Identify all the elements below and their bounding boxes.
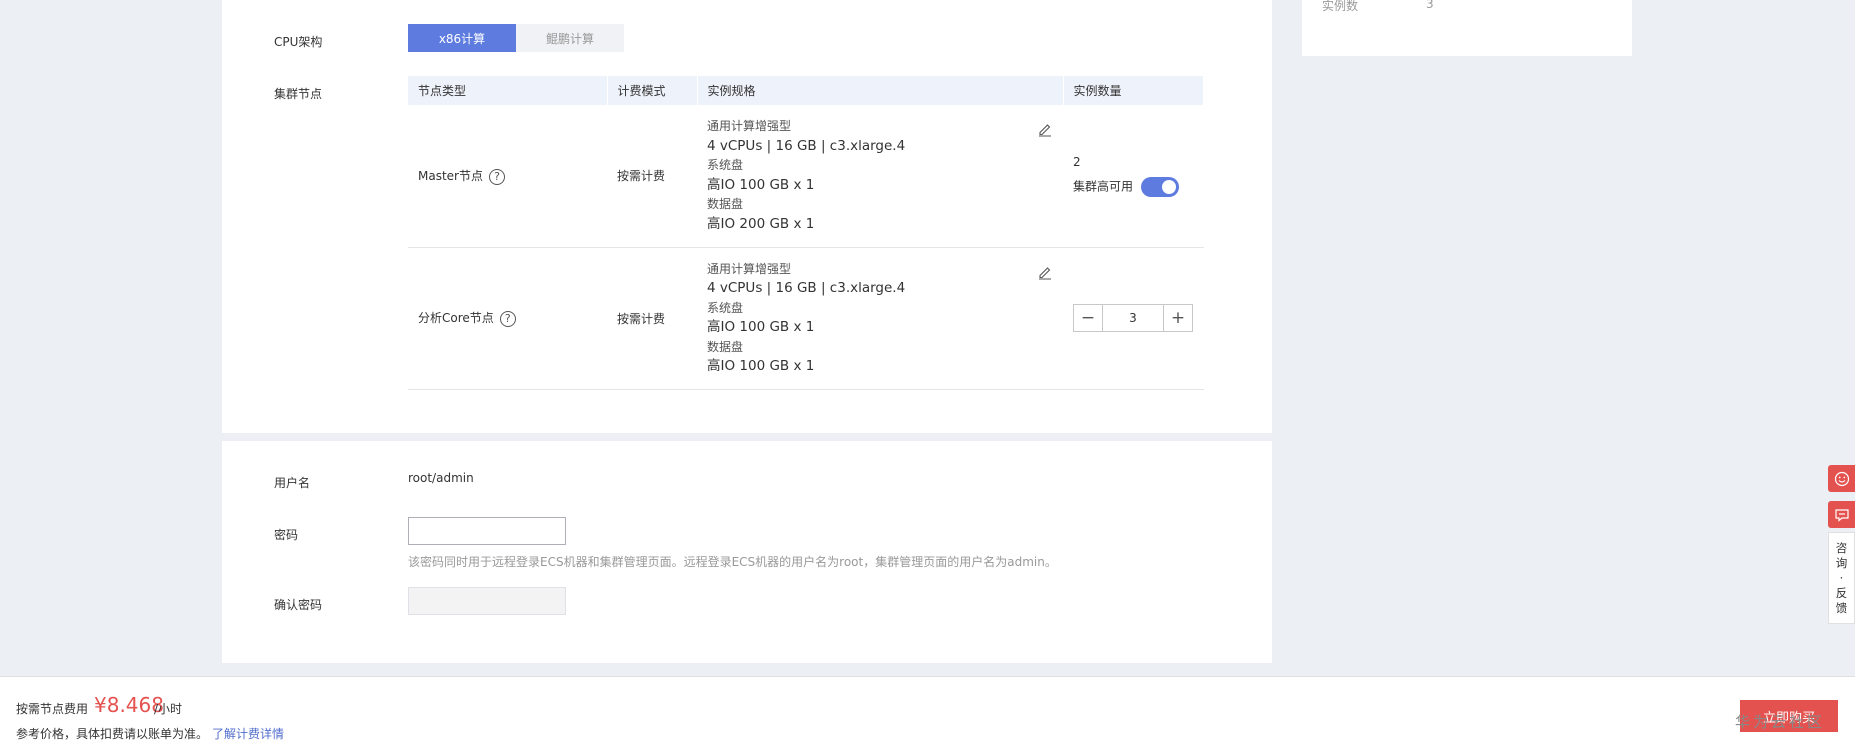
- table-header-row: 节点类型 计费模式 实例规格 实例数量: [408, 76, 1204, 105]
- edit-icon[interactable]: [1037, 264, 1053, 280]
- table-row: 分析Core节点? 按需计费 通用计算增强型 4 vCPUs | 16 GB |…: [408, 247, 1204, 390]
- data-disk: 高IO 200 GB x 1: [707, 215, 815, 232]
- data-disk: 高IO 100 GB x 1: [707, 358, 815, 374]
- sys-disk: 高IO 100 GB x 1: [707, 176, 815, 193]
- chat-icon: [1834, 508, 1849, 522]
- cluster-nodes-table: 节点类型 计费模式 实例规格 实例数量 Master节点? 按需计费 通用计算增…: [408, 76, 1204, 390]
- decrement-button[interactable]: −: [1074, 305, 1102, 331]
- help-icon[interactable]: ?: [499, 310, 516, 327]
- ha-label: 集群高可用: [1073, 179, 1134, 194]
- watermark: 华为云社区: [1735, 713, 1826, 731]
- smile-feedback-button[interactable]: [1828, 465, 1855, 492]
- header-spec: 实例规格: [697, 76, 1064, 105]
- price-label: 按需节点费用: [16, 702, 89, 716]
- account-panel: 用户名 root/admin 密码 该密码同时用于远程登录ECS机器和集群管理页…: [222, 441, 1272, 663]
- quantity-stepper: − 3 +: [1073, 304, 1193, 332]
- cluster-nodes-label: 集群节点: [274, 87, 323, 101]
- spec-flavor: 4 vCPUs | 16 GB | c3.xlarge.4: [707, 137, 906, 154]
- quantity-input[interactable]: 3: [1102, 305, 1164, 331]
- sys-disk-label: 系统盘: [707, 158, 744, 173]
- cpu-option-x86[interactable]: x86计算: [408, 24, 516, 52]
- billing-mode: 按需计费: [607, 247, 697, 390]
- consult-char: 咨: [1835, 540, 1848, 555]
- instance-count: 2: [1073, 154, 1081, 169]
- billing-mode: 按需计费: [607, 105, 697, 248]
- node-type-core: 分析Core节点: [418, 311, 494, 326]
- header-count: 实例数量: [1063, 76, 1204, 105]
- cpu-option-kunpeng[interactable]: 鲲鹏计算: [516, 24, 624, 52]
- consult-char: 反: [1835, 585, 1848, 600]
- confirm-password-field[interactable]: [408, 587, 566, 615]
- confirm-password-label: 确认密码: [274, 598, 323, 612]
- spec-type: 通用计算增强型: [707, 261, 792, 276]
- smile-icon: [1834, 471, 1849, 486]
- ha-toggle[interactable]: [1140, 176, 1179, 197]
- username-label: 用户名: [274, 476, 311, 490]
- consult-feedback-panel[interactable]: 咨 询 · 反 馈: [1828, 532, 1855, 624]
- password-label: 密码: [274, 528, 299, 542]
- username-value: root/admin: [408, 471, 474, 485]
- cpu-arch-selector: x86计算 鲲鹏计算: [408, 24, 624, 52]
- spec-block: 通用计算增强型 4 vCPUs | 16 GB | c3.xlarge.4 系统…: [707, 260, 1063, 377]
- consult-char: 馈: [1835, 600, 1848, 615]
- password-field[interactable]: [408, 517, 566, 545]
- header-node-type: 节点类型: [408, 76, 608, 105]
- node-type-master: Master节点: [418, 169, 483, 183]
- spec-flavor: 4 vCPUs | 16 GB | c3.xlarge.4: [707, 280, 906, 296]
- reference-note: 参考价格，具体扣费请以账单为准。: [16, 727, 209, 741]
- sys-disk: 高IO 100 GB x 1: [707, 319, 815, 335]
- billing-details-link[interactable]: 了解计费详情: [212, 725, 284, 742]
- consult-char: 询: [1835, 555, 1848, 570]
- summary-panel: 实例数 3: [1302, 0, 1632, 56]
- cpu-arch-label: CPU架构: [274, 35, 323, 49]
- spec-block: 通用计算增强型 4 vCPUs | 16 GB | c3.xlarge.4 系统…: [707, 117, 1063, 234]
- spec-type: 通用计算增强型: [707, 119, 792, 134]
- sys-disk-label: 系统盘: [707, 300, 744, 315]
- password-hint: 该密码同时用于远程登录ECS机器和集群管理页面。远程登录ECS机器的用户名为ro…: [408, 555, 1057, 569]
- config-panel: CPU架构 x86计算 鲲鹏计算 集群节点 节点类型 计费模式 实例规格 实例数…: [222, 0, 1272, 433]
- data-disk-label: 数据盘: [707, 339, 744, 354]
- instance-count-label: 实例数: [1322, 0, 1359, 13]
- table-row: Master节点? 按需计费 通用计算增强型 4 vCPUs | 16 GB |…: [408, 105, 1204, 248]
- instance-count-value: 3: [1426, 0, 1434, 11]
- data-disk-label: 数据盘: [707, 197, 744, 212]
- help-icon[interactable]: ?: [488, 168, 505, 185]
- chat-button[interactable]: [1828, 501, 1855, 528]
- header-billing: 计费模式: [607, 76, 698, 105]
- edit-icon[interactable]: [1037, 121, 1053, 137]
- consult-char: ·: [1839, 570, 1844, 585]
- price-unit: /小时: [154, 702, 183, 716]
- increment-button[interactable]: +: [1164, 305, 1192, 331]
- footer-bar: 按需节点费用 ¥8.468 /小时 参考价格，具体扣费请以账单为准。 了解计费详…: [0, 676, 1855, 746]
